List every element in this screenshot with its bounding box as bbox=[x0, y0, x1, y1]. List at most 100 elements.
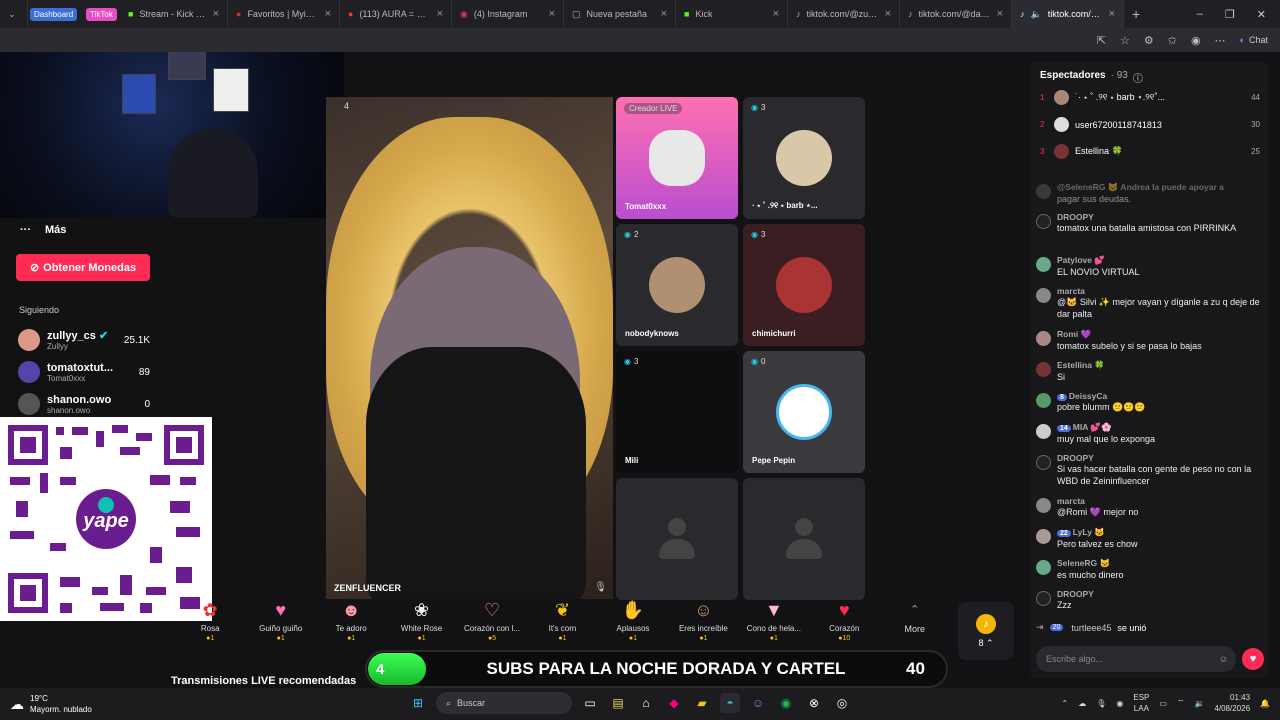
get-coins-label: Obtener Monedas bbox=[43, 261, 137, 274]
get-coins-button[interactable]: ⊘ Obtener Monedas bbox=[16, 254, 150, 281]
tab-kick-dashboard[interactable]: ■ Stream - Kick Dashb × bbox=[120, 0, 228, 28]
store-icon[interactable]: ⌂ bbox=[636, 693, 656, 713]
search-icon: ⌕ bbox=[446, 697, 452, 708]
close-icon[interactable]: × bbox=[773, 8, 779, 20]
following-item[interactable]: tomatoxtut... Tomat0xxx 89 bbox=[18, 361, 150, 383]
mic-icon[interactable]: 🎙 bbox=[1096, 699, 1106, 708]
close-icon[interactable]: × bbox=[885, 8, 891, 20]
close-icon[interactable]: × bbox=[213, 8, 219, 20]
guest-card[interactable]: ◉ 2 nobodyknows bbox=[616, 224, 738, 346]
following-item[interactable]: zullyy_cs ✔ Zullyy 25.1K bbox=[18, 329, 150, 351]
gift-item[interactable]: ♥ Corazón ●10 bbox=[809, 598, 879, 642]
tab-tiktok[interactable]: TikTok bbox=[84, 0, 120, 28]
top-viewer[interactable]: 1 ˙· ⋆ ˚ .୨୧ ⋆ barb ⋆.୨୧˚... 44 bbox=[1040, 90, 1260, 105]
close-icon[interactable]: × bbox=[549, 8, 555, 20]
copilot-chat-button[interactable]: ◐ Chat bbox=[1240, 35, 1268, 45]
guest-card[interactable]: ◉ 3 Mili bbox=[616, 351, 738, 473]
main-video-stage[interactable]: 4 ZENFLUENCER 🎙 bbox=[326, 97, 613, 599]
chat-input[interactable]: Escribe algo... ☺ bbox=[1036, 646, 1236, 672]
tab-youtube[interactable]: ● (113) AURA = ∞ | 1 × bbox=[340, 0, 452, 28]
gift-item[interactable]: ❦ It's corn ●1 bbox=[527, 598, 597, 642]
start-icon[interactable]: ⊞ bbox=[408, 693, 428, 713]
xbox-icon[interactable]: ⊗ bbox=[804, 693, 824, 713]
edge-icon[interactable]: ◓ bbox=[720, 693, 740, 713]
tab-instagram[interactable]: ◉ (4) Instagram × bbox=[452, 0, 564, 28]
bookmark-star-icon[interactable]: ☆ bbox=[1120, 34, 1130, 47]
more-menu-icon[interactable]: ⋯ bbox=[1215, 34, 1226, 47]
close-icon[interactable]: × bbox=[325, 8, 331, 20]
profile-avatar-icon[interactable]: ◉ bbox=[1191, 34, 1201, 47]
steam-icon[interactable]: ◉ bbox=[1116, 699, 1123, 708]
close-icon[interactable]: × bbox=[1109, 8, 1115, 20]
tab-tiktok-zullyy[interactable]: ♪ tiktok.com/@zullyy_ × bbox=[788, 0, 900, 28]
discord-icon[interactable]: ☺ bbox=[748, 693, 768, 713]
gift-item[interactable]: ♡ Corazón con l... ●5 bbox=[457, 598, 527, 642]
gift-item[interactable]: ✋ Aplausos ●1 bbox=[598, 598, 668, 642]
tab-tiktok-daya[interactable]: ♪ tiktok.com/@daya.1 × bbox=[900, 0, 1012, 28]
minimize-icon[interactable]: – bbox=[1197, 8, 1203, 21]
volume-icon[interactable]: 🔉 bbox=[1194, 699, 1204, 708]
tab-list-button[interactable]: ⌄ bbox=[0, 0, 28, 28]
gift-name: Cono de hela... bbox=[746, 624, 801, 633]
guest-avatar bbox=[776, 130, 832, 186]
spotify-icon[interactable]: ◉ bbox=[776, 693, 796, 713]
following-item[interactable]: shanon.owo shanon.owo 0 bbox=[18, 393, 150, 415]
notes-icon[interactable]: ▤ bbox=[608, 693, 628, 713]
mic-muted-icon: 🎙 bbox=[594, 582, 607, 593]
notification-bell-icon[interactable]: 🔔 bbox=[1260, 699, 1270, 708]
wifi-icon[interactable]: ⌔ bbox=[1177, 698, 1185, 708]
weather-widget[interactable]: ☁ 19°C Mayorm. nublado bbox=[10, 693, 92, 715]
tab-myinstants[interactable]: ● Favoritos | Myinstan × bbox=[228, 0, 340, 28]
gift-item[interactable]: ☺ Eres increíble ●1 bbox=[668, 598, 738, 642]
office-icon[interactable]: ◆ bbox=[664, 693, 684, 713]
emoji-icon[interactable]: ☺ bbox=[1219, 654, 1228, 664]
close-icon[interactable]: × bbox=[437, 8, 443, 20]
new-tab-button[interactable]: + bbox=[1124, 0, 1152, 28]
maximize-icon[interactable]: ❐ bbox=[1225, 8, 1235, 21]
tab-new-tab[interactable]: ▢ Nueva pestaña × bbox=[564, 0, 676, 28]
task-view-icon[interactable]: ▭ bbox=[580, 693, 600, 713]
top-viewer[interactable]: 2 user67200118741813 30 bbox=[1040, 117, 1260, 132]
gift-price: 1 bbox=[351, 635, 356, 642]
tab-kick[interactable]: ■ Kick × bbox=[676, 0, 788, 28]
close-icon[interactable]: × bbox=[661, 8, 667, 20]
like-heart-button[interactable]: ♥ bbox=[1242, 648, 1264, 670]
gift-item[interactable]: ❀ White Rose ●1 bbox=[386, 598, 456, 642]
top-viewer[interactable]: 3 Estellina 🍀 25 bbox=[1040, 144, 1260, 159]
more-menu-item[interactable]: ··· Más bbox=[20, 224, 66, 236]
guest-card-empty[interactable] bbox=[743, 478, 865, 600]
clock[interactable]: 01:43 4/08/2026 bbox=[1214, 692, 1250, 714]
guest-card[interactable]: ◉ 3 · ⋆ ˚ .୨୧ ⋆ barb ⋆... bbox=[743, 97, 865, 219]
tab-label: (4) Instagram bbox=[473, 9, 528, 19]
gift-item[interactable]: ☻ Te adoro ●1 bbox=[316, 598, 386, 642]
coin-balance-button[interactable]: ♪ 8 ⌃ bbox=[958, 602, 1014, 660]
cloud-icon[interactable]: ☁ bbox=[1078, 699, 1086, 708]
open-app-icon[interactable]: ⇱ bbox=[1097, 34, 1106, 47]
poster-image bbox=[213, 68, 249, 112]
guest-card[interactable]: Creador LIVE Tomat0xxx bbox=[616, 97, 738, 219]
display-icon[interactable]: ▭ bbox=[1159, 699, 1167, 708]
following-sub: Zullyy bbox=[47, 342, 68, 351]
gift-item[interactable]: ✿ Rosa ●1 bbox=[175, 598, 245, 642]
tab-tiktok-active[interactable]: ♪ 🔈 tiktok.com/@ton × bbox=[1012, 0, 1124, 28]
file-explorer-icon[interactable]: ▰ bbox=[692, 693, 712, 713]
guest-card[interactable]: ◉ 0 Pepe Pepin bbox=[743, 351, 865, 473]
guest-card[interactable]: ◉ 3 chimichurri bbox=[743, 224, 865, 346]
gift-name: Guiño guiño bbox=[259, 624, 303, 633]
gift-item[interactable]: ♥ Guiño guiño ●1 bbox=[245, 598, 315, 642]
extensions-icon[interactable]: ⚙ bbox=[1144, 34, 1154, 47]
more-gifts-button[interactable]: ⌃ More bbox=[880, 598, 950, 634]
info-icon[interactable]: ⓘ bbox=[1133, 70, 1143, 85]
chat-user: Patylove 💕 bbox=[1057, 255, 1105, 265]
language-indicator[interactable]: ESP LAA bbox=[1133, 692, 1149, 714]
close-icon[interactable]: × bbox=[997, 8, 1003, 20]
taskbar-search[interactable]: ⌕ Buscar bbox=[436, 692, 572, 714]
chat-user: DROOPY bbox=[1057, 453, 1094, 463]
gift-item[interactable]: ▼ Cono de hela... ●1 bbox=[739, 598, 809, 642]
chevron-up-icon[interactable]: ⌃ bbox=[1062, 699, 1069, 708]
favorites-icon[interactable]: ✩ bbox=[1168, 34, 1177, 47]
guest-card-empty[interactable] bbox=[616, 478, 738, 600]
obs-icon[interactable]: ◎ bbox=[832, 693, 852, 713]
tab-dashboard[interactable]: Dashboard bbox=[28, 0, 84, 28]
close-window-icon[interactable]: ✕ bbox=[1257, 8, 1266, 21]
